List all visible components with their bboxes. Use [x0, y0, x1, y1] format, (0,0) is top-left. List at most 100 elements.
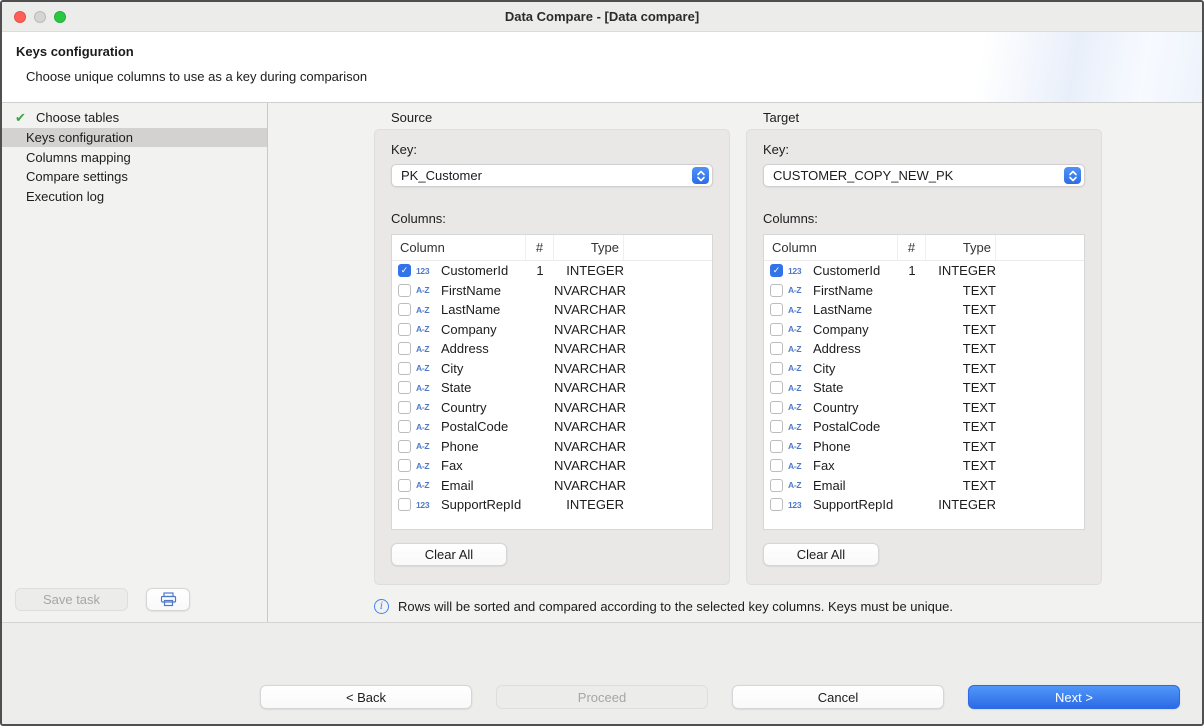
back-button[interactable]: < Back — [260, 685, 472, 709]
row-checkbox[interactable] — [398, 401, 411, 414]
table-row[interactable]: A-ZFaxNVARCHAR — [392, 456, 712, 476]
table-row[interactable]: ✓123CustomerId1INTEGER — [764, 261, 1084, 281]
table-row[interactable]: 123SupportRepIdINTEGER — [764, 495, 1084, 515]
row-checkbox[interactable] — [398, 420, 411, 433]
table-row[interactable]: A-ZCompanyNVARCHAR — [392, 320, 712, 340]
row-checkbox[interactable] — [770, 323, 783, 336]
cancel-button[interactable]: Cancel — [732, 685, 944, 709]
table-row[interactable]: A-ZAddressNVARCHAR — [392, 339, 712, 359]
target-key-select[interactable]: CUSTOMER_COPY_NEW_PK — [763, 164, 1085, 187]
string-type-icon: A-Z — [416, 480, 436, 490]
row-checkbox[interactable] — [770, 303, 783, 316]
table-row[interactable]: A-ZPostalCodeNVARCHAR — [392, 417, 712, 437]
minimize-button[interactable] — [34, 11, 46, 23]
sidebar-item-execution-log[interactable]: Execution log — [2, 187, 267, 207]
table-row[interactable]: A-ZFirstNameNVARCHAR — [392, 281, 712, 301]
table-row[interactable]: A-ZLastNameNVARCHAR — [392, 300, 712, 320]
column-name: Country — [441, 400, 487, 415]
table-row[interactable]: ✓123CustomerId1INTEGER — [392, 261, 712, 281]
column-name: CustomerId — [813, 263, 880, 278]
source-section: Source Key: PK_Customer — [374, 110, 730, 585]
clear-all-button[interactable]: Clear All — [391, 543, 507, 566]
table-row[interactable]: A-ZCountry NVARCHAR — [392, 398, 712, 418]
table-row[interactable]: A-ZEmailNVARCHAR — [392, 476, 712, 496]
column-name: City — [813, 361, 835, 376]
sidebar-item-choose-tables[interactable]: ✔Choose tables — [2, 108, 267, 128]
sidebar-bottom-toolbar: Save task — [15, 588, 190, 611]
column-name: PostalCode — [813, 419, 880, 434]
table-row[interactable]: A-ZLastNameTEXT — [764, 300, 1084, 320]
row-checkbox[interactable] — [770, 420, 783, 433]
sidebar-item-label: Keys configuration — [26, 130, 133, 145]
column-name-cell: ✓123CustomerId — [392, 263, 526, 278]
column-name-cell: A-ZCountry — [392, 400, 526, 415]
row-checkbox[interactable] — [770, 342, 783, 355]
column-name: Fax — [441, 458, 463, 473]
table-row[interactable]: A-ZPhoneTEXT — [764, 437, 1084, 457]
table-row[interactable]: A-ZStateNVARCHAR — [392, 378, 712, 398]
row-checkbox[interactable] — [398, 362, 411, 375]
sidebar-item-label: Execution log — [26, 189, 104, 204]
next-button[interactable]: Next > — [968, 685, 1180, 709]
target-section: Target Key: CUSTOMER_COPY_NEW_PK — [746, 110, 1102, 585]
sidebar-item-keys-configuration[interactable]: Keys configuration — [2, 128, 267, 148]
table-row[interactable]: A-ZPostalCodeTEXT — [764, 417, 1084, 437]
column-type: NVARCHAR — [554, 400, 624, 415]
page-title: Keys configuration — [16, 44, 1188, 59]
column-name: LastName — [813, 302, 872, 317]
info-message: Rows will be sorted and compared accordi… — [374, 599, 1202, 614]
column-name: Email — [441, 478, 474, 493]
column-type: TEXT — [926, 400, 996, 415]
string-type-icon: A-Z — [788, 305, 808, 315]
row-checkbox[interactable] — [770, 479, 783, 492]
table-header: Column # Type — [392, 235, 712, 261]
string-type-icon: A-Z — [416, 383, 436, 393]
row-checkbox[interactable] — [770, 440, 783, 453]
table-row[interactable]: A-ZEmailTEXT — [764, 476, 1084, 496]
row-checkbox[interactable] — [398, 498, 411, 511]
row-checkbox[interactable] — [770, 401, 783, 414]
row-checkbox[interactable] — [398, 303, 411, 316]
zoom-button[interactable] — [54, 11, 66, 23]
row-checkbox[interactable] — [398, 323, 411, 336]
source-columns-label: Columns: — [391, 211, 713, 226]
column-type: NVARCHAR — [554, 283, 624, 298]
column-type: TEXT — [926, 439, 996, 454]
row-checkbox[interactable] — [770, 498, 783, 511]
source-key-select[interactable]: PK_Customer — [391, 164, 713, 187]
row-checkbox[interactable] — [770, 284, 783, 297]
table-row[interactable]: A-ZCityTEXT — [764, 359, 1084, 379]
row-checkbox[interactable] — [398, 284, 411, 297]
row-checkbox[interactable] — [398, 440, 411, 453]
column-name-cell: A-ZCountry — [764, 400, 898, 415]
save-task-file-button[interactable] — [146, 588, 190, 611]
row-checkbox[interactable] — [398, 342, 411, 355]
row-checkbox[interactable] — [770, 459, 783, 472]
row-checkbox[interactable]: ✓ — [398, 264, 411, 277]
sidebar-item-compare-settings[interactable]: Compare settings — [2, 167, 267, 187]
table-row[interactable]: A-ZCityNVARCHAR — [392, 359, 712, 379]
row-checkbox[interactable] — [770, 362, 783, 375]
table-row[interactable]: A-ZCountry TEXT — [764, 398, 1084, 418]
string-type-icon: A-Z — [788, 461, 808, 471]
clear-all-button[interactable]: Clear All — [763, 543, 879, 566]
proceed-button[interactable]: Proceed — [496, 685, 708, 709]
close-button[interactable] — [14, 11, 26, 23]
row-checkbox[interactable]: ✓ — [770, 264, 783, 277]
row-checkbox[interactable] — [398, 479, 411, 492]
table-row[interactable]: A-ZStateTEXT — [764, 378, 1084, 398]
table-row[interactable]: A-ZAddressTEXT — [764, 339, 1084, 359]
table-row[interactable]: 123SupportRepIdINTEGER — [392, 495, 712, 515]
table-row[interactable]: A-ZCompanyTEXT — [764, 320, 1084, 340]
row-checkbox[interactable] — [398, 459, 411, 472]
row-checkbox[interactable] — [770, 381, 783, 394]
row-checkbox[interactable] — [398, 381, 411, 394]
column-name: Address — [441, 341, 489, 356]
save-task-button[interactable]: Save task — [15, 588, 128, 611]
table-row[interactable]: A-ZPhoneNVARCHAR — [392, 437, 712, 457]
table-row[interactable]: A-ZFaxTEXT — [764, 456, 1084, 476]
column-name-cell: A-ZPostalCode — [764, 419, 898, 434]
table-row[interactable]: A-ZFirstNameTEXT — [764, 281, 1084, 301]
string-type-icon: A-Z — [788, 383, 808, 393]
sidebar-item-columns-mapping[interactable]: Columns mapping — [2, 147, 267, 167]
